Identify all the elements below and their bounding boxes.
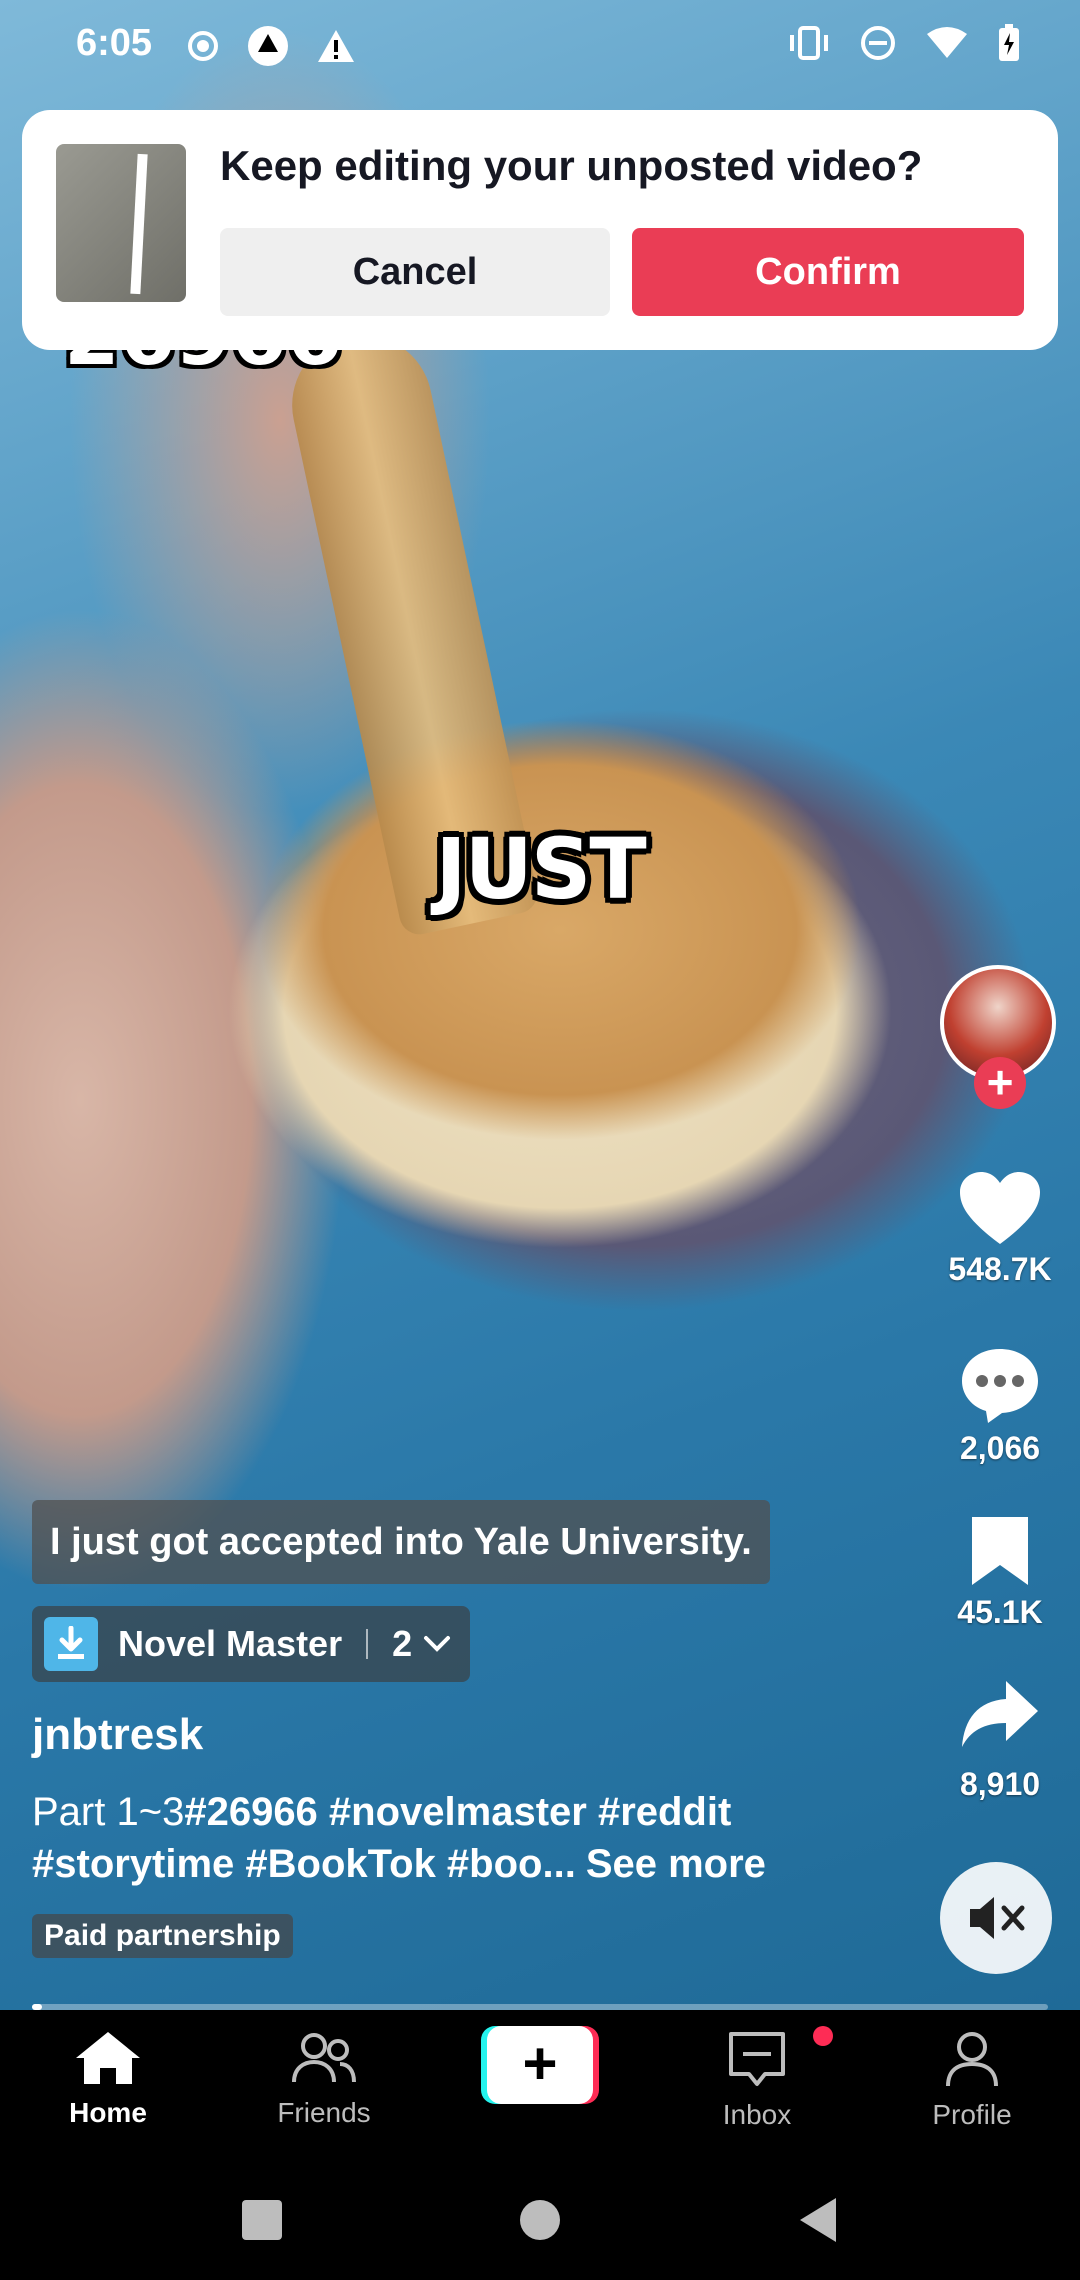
profile-icon xyxy=(946,2032,998,2087)
video-progress-fill xyxy=(32,2004,43,2010)
comment-icon xyxy=(962,1349,1038,1423)
anchor-count: 2 xyxy=(392,1623,413,1664)
home-icon xyxy=(76,2032,140,2084)
follow-button[interactable]: + xyxy=(974,1057,1026,1109)
creator-username[interactable]: jnbtresk xyxy=(32,1710,203,1760)
nav-inbox-label: Inbox xyxy=(722,2099,792,2130)
heart-icon xyxy=(960,1172,1040,1244)
inbox-icon xyxy=(729,2032,785,2086)
nav-home[interactable]: Home xyxy=(33,2030,183,2129)
like-count: 548.7K xyxy=(948,1251,1052,1287)
cancel-button[interactable]: Cancel xyxy=(220,228,610,316)
see-more-link[interactable]: See more xyxy=(586,1842,766,1886)
battery-icon xyxy=(999,24,1019,61)
save-button[interactable]: 45.1K xyxy=(940,1513,1060,1631)
draft-thumbnail[interactable] xyxy=(56,144,186,302)
chevron-down-icon xyxy=(424,1636,451,1652)
share-arrow-icon xyxy=(962,1681,1038,1747)
plus-icon: + xyxy=(487,2026,593,2104)
confirm-button[interactable]: Confirm xyxy=(632,228,1024,316)
friends-icon xyxy=(292,2033,356,2083)
status-bar: 6:05 xyxy=(0,0,1080,90)
save-count: 45.1K xyxy=(957,1594,1043,1630)
nav-friends-label: Friends xyxy=(277,2097,371,2128)
like-button[interactable]: 548.7K xyxy=(940,1170,1060,1288)
share-count: 8,910 xyxy=(959,1766,1041,1802)
app-logo-icon xyxy=(248,26,288,66)
back-triangle-icon[interactable] xyxy=(796,2196,840,2244)
nav-home-label: Home xyxy=(69,2097,147,2128)
download-icon xyxy=(44,1617,98,1671)
video-progress-bar[interactable] xyxy=(32,2004,1048,2010)
bookmark-icon xyxy=(972,1517,1028,1585)
record-icon xyxy=(188,31,218,61)
subtitle-caption: I just got accepted into Yale University… xyxy=(32,1500,770,1584)
paid-partnership-badge[interactable]: Paid partnership xyxy=(32,1914,293,1958)
mute-toggle-button[interactable] xyxy=(940,1862,1052,1974)
share-button[interactable]: 8,910 xyxy=(940,1675,1060,1803)
vibrate-icon xyxy=(790,26,828,60)
home-circle-icon[interactable] xyxy=(518,2198,562,2242)
dnd-icon xyxy=(861,26,895,60)
nav-friends[interactable]: Friends xyxy=(249,2030,399,2129)
system-navigation-bar xyxy=(0,2162,1080,2280)
unposted-video-prompt: Keep editing your unposted video? Cancel… xyxy=(22,110,1058,350)
video-description[interactable]: Part 1~3#26966 #novelmaster #reddit #sto… xyxy=(32,1786,852,1890)
create-button[interactable]: + xyxy=(481,2026,599,2104)
anchor-name: Novel Master xyxy=(118,1623,343,1664)
video-overlay-word: JUST xyxy=(435,820,646,918)
comment-count: 2,066 xyxy=(959,1430,1041,1466)
muted-speaker-icon xyxy=(970,1897,1025,1939)
warning-icon xyxy=(318,30,354,62)
novel-master-anchor[interactable]: Novel Master 2 xyxy=(32,1606,471,1682)
bottom-navigation: Home Friends + Inbox Profile xyxy=(0,2012,1080,2162)
status-time: 6:05 xyxy=(76,22,153,64)
prompt-title: Keep editing your unposted video? xyxy=(220,142,923,189)
wifi-icon xyxy=(927,27,967,58)
nav-inbox[interactable]: Inbox xyxy=(682,2026,833,2131)
nav-profile[interactable]: Profile xyxy=(897,2030,1047,2131)
comment-button[interactable]: 2,066 xyxy=(940,1345,1060,1467)
nav-profile-label: Profile xyxy=(932,2099,1012,2130)
inbox-notification-dot xyxy=(813,2026,833,2046)
description-text: Part 1~3 xyxy=(32,1790,185,1834)
recents-square-icon[interactable] xyxy=(240,2198,284,2242)
